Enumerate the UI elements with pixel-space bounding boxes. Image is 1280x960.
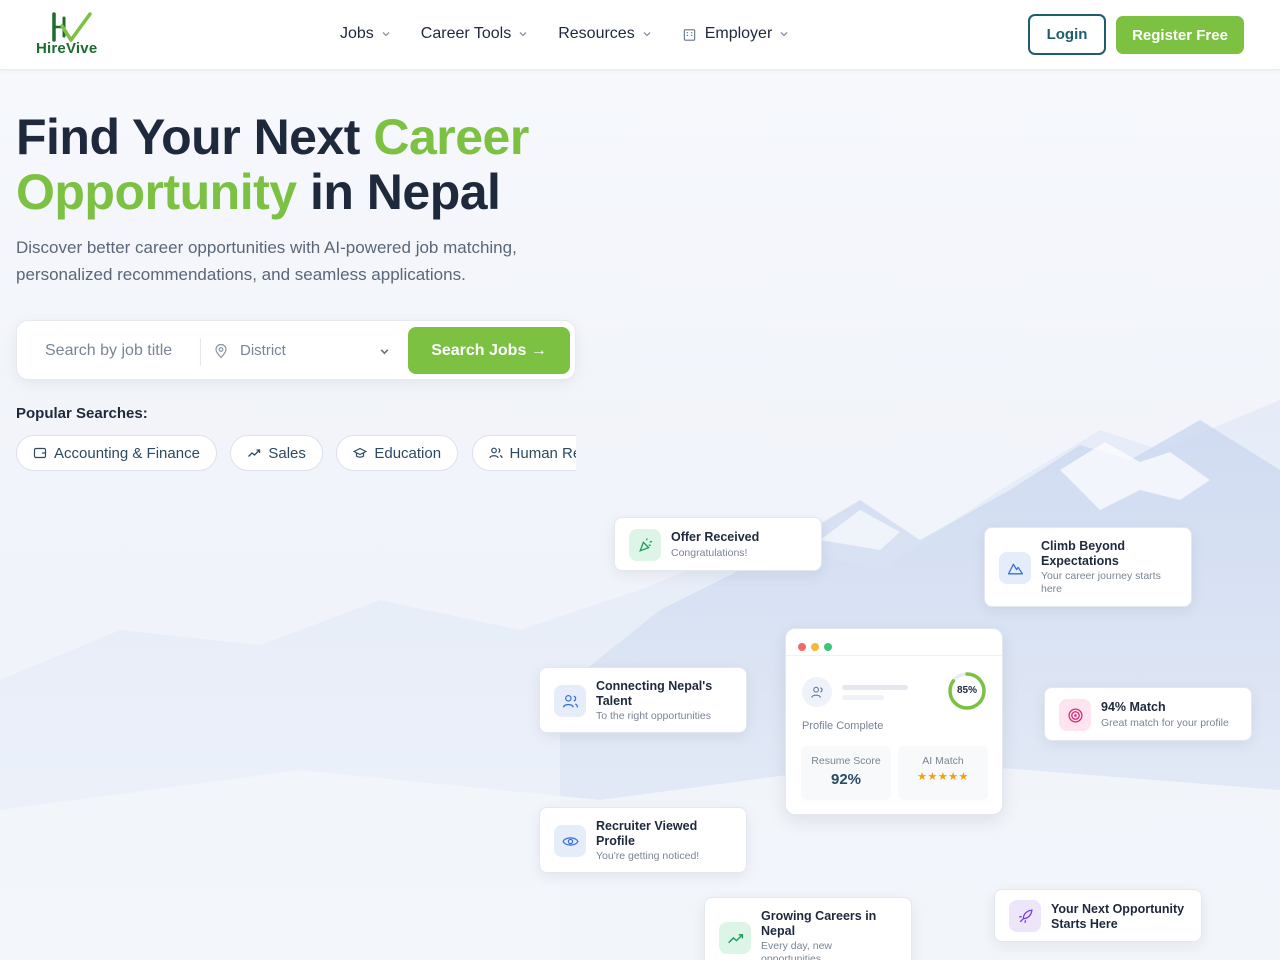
card-title: Recruiter Viewed Profile (596, 819, 698, 848)
dot-yellow (811, 643, 819, 651)
popular-searches-list: Accounting & Finance Sales Education Hum… (16, 435, 576, 473)
card-climb-beyond: Climb Beyond Expectations Your career jo… (984, 527, 1192, 607)
search-jobs-button[interactable]: Search Jobs → (408, 327, 570, 374)
eye-icon (554, 825, 586, 857)
chip-education[interactable]: Education (336, 435, 459, 471)
card-title: Your Next Opportunity Starts Here (1051, 902, 1185, 931)
resume-score-stat: Resume Score 92% (801, 746, 891, 800)
dot-green (824, 643, 832, 651)
main-nav: Jobs Career Tools Resources Employer (340, 22, 819, 46)
progress-ring-label: 85% (956, 685, 977, 696)
card-offer-received: Offer Received Congratulations! (614, 517, 822, 571)
card-recruiter-viewed: Recruiter Viewed Profile You're getting … (539, 807, 747, 873)
dot-red (798, 643, 806, 651)
chevron-down-icon[interactable] (379, 346, 390, 357)
chevron-down-icon (382, 32, 390, 37)
chip-label: Sales (268, 444, 306, 462)
chip-accounting-finance[interactable]: Accounting & Finance (16, 435, 217, 471)
card-title: Connecting Nepal's Talent (596, 679, 713, 708)
nav-jobs[interactable]: Jobs (340, 25, 391, 43)
stat-label: AI Match (922, 755, 964, 767)
chevron-down-icon (519, 32, 527, 37)
rocket-icon (1009, 900, 1041, 932)
popular-searches-label: Popular Searches: (16, 405, 148, 422)
party-popper-icon (629, 529, 661, 561)
chip-sales[interactable]: Sales (230, 435, 323, 471)
wallet-icon (33, 447, 47, 459)
hirevive-logo[interactable]: HireVive (34, 12, 104, 58)
chip-label: Education (374, 444, 442, 462)
placeholder-line (842, 685, 908, 690)
window-dots (798, 638, 837, 656)
logo-wordmark: HireVive (36, 40, 98, 57)
card-growing-careers: Growing Careers in Nepal Every day, new … (704, 897, 912, 960)
star-rating: ★★★★★ (917, 771, 969, 783)
job-search-form: District Search Jobs → (16, 320, 576, 380)
stat-label: Resume Score (811, 755, 881, 767)
nav-career-tools-label: Career Tools (420, 25, 512, 42)
mountain-icon (999, 552, 1031, 584)
users-icon (488, 447, 503, 459)
chevron-down-icon (643, 32, 651, 37)
profile-preview-card: 85% Profile Complete Resume Score 92% AI… (785, 628, 1003, 815)
card-subtitle: To the right opportunities (596, 710, 711, 722)
users-icon (554, 685, 586, 717)
stat-value: 92% (830, 771, 862, 788)
card-subtitle: You're getting noticed! (596, 850, 700, 862)
chip-label: Human Resources (509, 444, 576, 462)
hero-subtitle: Discover better career opportunities wit… (16, 238, 517, 284)
trending-up-icon (248, 449, 261, 457)
card-title: 94% Match (1101, 700, 1166, 714)
ai-match-stat: AI Match ★★★★★ (898, 746, 988, 800)
graduation-cap-icon (353, 447, 368, 458)
trending-up-icon (719, 922, 751, 954)
nav-employer[interactable]: Employer (682, 25, 790, 43)
job-title-input[interactable] (45, 339, 195, 363)
card-title: Growing Careers in Nepal (761, 909, 877, 938)
nav-jobs-label: Jobs (340, 25, 374, 42)
card-title: Climb Beyond Expectations (1041, 539, 1126, 568)
user-icon (810, 686, 823, 698)
target-icon (1059, 699, 1091, 731)
card-subtitle: Great match for your profile (1101, 717, 1229, 729)
nav-resources[interactable]: Resources (558, 25, 651, 43)
login-button[interactable]: Login (1028, 14, 1106, 55)
card-connecting-talent: Connecting Nepal's Talent To the right o… (539, 667, 747, 733)
card-next-opportunity: Your Next Opportunity Starts Here (994, 889, 1202, 942)
nav-employer-label: Employer (704, 25, 773, 42)
hero-title: Find Your Next Career Opportunity in Nepa… (16, 109, 529, 220)
district-select[interactable]: District (240, 342, 286, 359)
chevron-down-icon (780, 32, 788, 37)
card-subtitle: Your career journey starts here (1041, 570, 1161, 595)
avatar (802, 677, 832, 707)
chip-human-resources[interactable]: Human Resources (471, 435, 576, 471)
placeholder-line (842, 695, 884, 700)
card-subtitle: Every day, new opportunities (761, 940, 833, 960)
profile-complete-label: Profile Complete (802, 720, 884, 732)
card-subtitle: Congratulations! (671, 547, 748, 559)
location-pin-icon (215, 343, 227, 359)
building-icon (683, 28, 695, 41)
card-divider (786, 655, 1002, 656)
nav-resources-label: Resources (558, 25, 635, 42)
card-match: 94% Match Great match for your profile (1044, 687, 1252, 741)
nav-career-tools[interactable]: Career Tools (421, 25, 528, 43)
register-button[interactable]: Register Free (1116, 16, 1244, 54)
search-divider (200, 338, 201, 366)
card-title: Offer Received (671, 530, 760, 544)
site-header: HireVive Jobs Career Tools Resources Emp… (0, 0, 1280, 70)
chip-label: Accounting & Finance (54, 444, 200, 462)
